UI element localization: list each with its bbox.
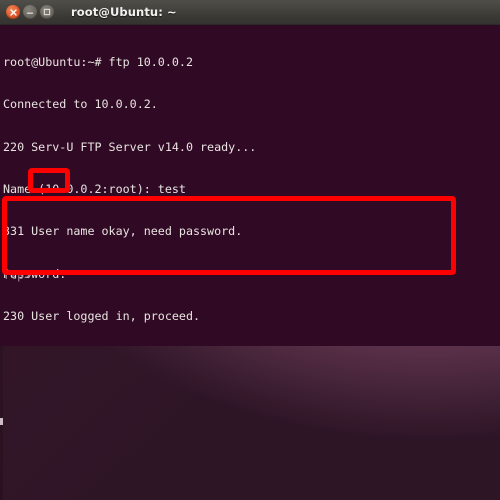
maximize-icon: [43, 8, 51, 16]
window-title: root@Ubuntu: ~: [71, 5, 177, 19]
terminal-line: Name (10.0.0.2:root): test: [3, 182, 186, 197]
window-titlebar[interactable]: root@Ubuntu: ~: [0, 0, 500, 25]
minimize-icon: [26, 12, 34, 14]
close-button[interactable]: [6, 5, 20, 19]
minimize-button[interactable]: [23, 5, 37, 19]
terminal-line: root@Ubuntu:~# ftp 10.0.0.2: [3, 55, 193, 70]
terminal-window[interactable]: root@Ubuntu: ~ root@Ubuntu:~# ftp 10.0.0…: [0, 0, 500, 346]
annotation-box-ls-output: [2, 196, 456, 275]
terminal-line: 230 User logged in, proceed.: [3, 308, 201, 323]
terminal-line: 220 Serv-U FTP Server v14.0 ready...: [3, 139, 257, 154]
terminal-line: Connected to 10.0.0.2.: [3, 97, 158, 112]
annotation-box-ls-command: [28, 168, 70, 193]
terminal-text-content: root@Ubuntu:~# ftp 10.0.0.2 Connected to…: [3, 27, 497, 346]
close-icon: [9, 8, 17, 16]
desktop-edge-marker: [0, 418, 3, 425]
maximize-button[interactable]: [40, 5, 54, 19]
window-controls: [6, 5, 54, 19]
terminal-output-area[interactable]: root@Ubuntu:~# ftp 10.0.0.2 Connected to…: [0, 25, 500, 346]
